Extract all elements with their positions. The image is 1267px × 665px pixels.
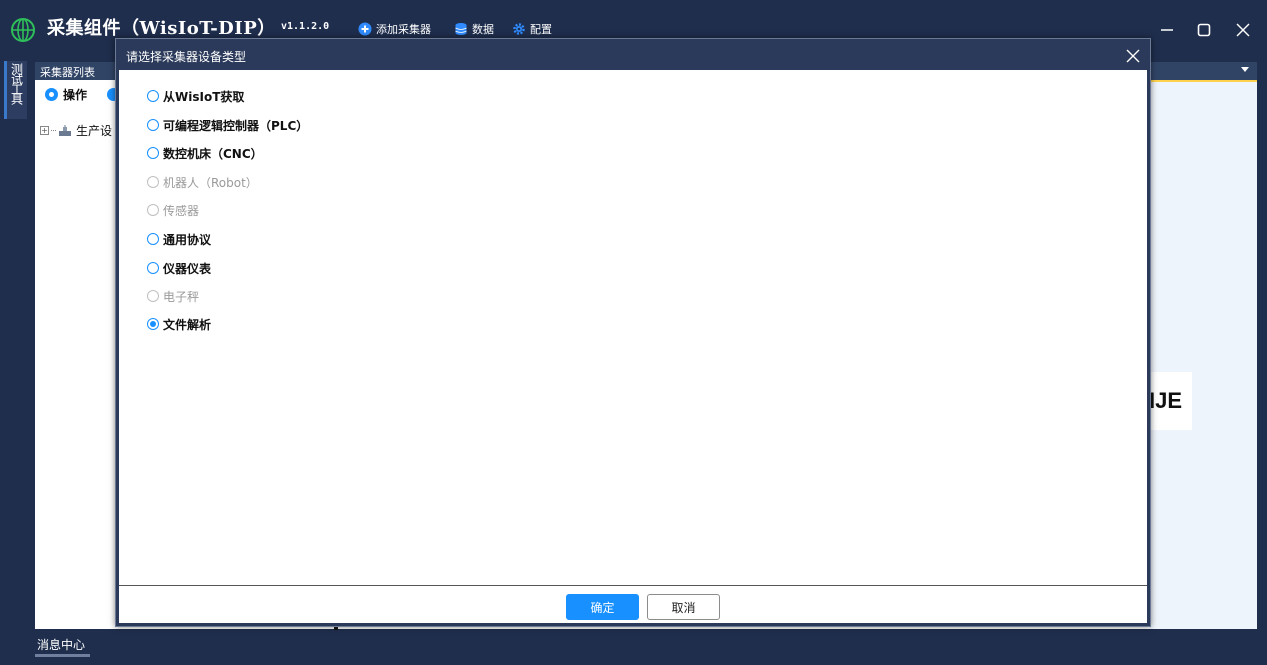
radio-button[interactable] [147, 147, 159, 159]
app-title: 采集组件（WisIoT-DIP） [47, 18, 276, 39]
minimize-button[interactable] [1152, 16, 1182, 44]
radio-button [147, 204, 159, 216]
message-center-tab[interactable]: 消息中心 [37, 636, 85, 653]
data-menu-label: 数据 [472, 23, 494, 36]
tree-connector [51, 130, 56, 131]
radio-button[interactable] [147, 90, 159, 102]
dialog-body: 从WisIoT获取 可编程逻辑控制器（PLC） 数控机床（CNC） 机器人（Ro… [119, 70, 1147, 585]
dialog-close-icon[interactable] [1122, 45, 1144, 67]
globe-logo-icon [11, 18, 35, 42]
add-collector-menu[interactable]: 添加采集器 [358, 19, 431, 39]
option-generic-protocol[interactable]: 通用协议 [147, 230, 211, 248]
option-label: 仪器仪表 [163, 261, 212, 276]
option-file-parse[interactable]: 文件解析 [147, 315, 211, 333]
panel-toolbar[interactable]: 操作 [35, 82, 87, 106]
minimize-icon [1161, 29, 1173, 31]
close-icon [1236, 23, 1250, 37]
app-version: v1.1.2.0 [281, 21, 330, 32]
dialog-footer: 确定 取消 [119, 585, 1147, 623]
expand-icon[interactable]: + [40, 126, 49, 135]
side-tab-test-tools[interactable]: 测试工具 [7, 61, 27, 119]
operate-label: 操作 [63, 87, 88, 102]
device-icon [59, 124, 71, 136]
dropdown-arrow-icon[interactable] [1241, 67, 1249, 72]
option-label: 从WisIoT获取 [163, 89, 245, 104]
operate-icon [45, 87, 58, 101]
option-plc[interactable]: 可编程逻辑控制器（PLC） [147, 116, 308, 134]
message-center-indicator [35, 654, 90, 657]
option-label: 机器人（Robot） [163, 175, 258, 190]
option-wisiot[interactable]: 从WisIoT获取 [147, 87, 244, 105]
gear-icon [513, 23, 525, 35]
option-scale: 电子秤 [147, 287, 199, 305]
plus-circle-icon [358, 22, 372, 36]
splitter-handle[interactable] [334, 627, 338, 630]
tree-node-label: 生产设 [76, 124, 113, 138]
close-button[interactable] [1228, 16, 1258, 44]
right-content-area [1149, 80, 1257, 629]
option-robot: 机器人（Robot） [147, 173, 258, 191]
radio-button [147, 176, 159, 188]
option-instrument[interactable]: 仪器仪表 [147, 259, 211, 277]
radio-button-checked[interactable] [147, 318, 159, 330]
device-type-dialog: 请选择采集器设备类型 从WisIoT获取 可编程逻辑控制器（PLC） 数控机床（… [115, 38, 1151, 627]
confirm-button[interactable]: 确定 [566, 594, 639, 620]
option-cnc[interactable]: 数控机床（CNC） [147, 144, 263, 162]
option-label: 可编程逻辑控制器（PLC） [163, 118, 309, 133]
option-label: 通用协议 [163, 232, 212, 247]
config-menu[interactable]: 配置 [512, 19, 552, 39]
panel-header-title: 采集器列表 [40, 66, 95, 79]
option-label: 电子秤 [163, 289, 200, 304]
cancel-button[interactable]: 取消 [647, 594, 720, 620]
radio-button[interactable] [147, 119, 159, 131]
database-icon [455, 23, 467, 35]
maximize-button[interactable] [1189, 16, 1219, 44]
radio-button [147, 290, 159, 302]
tree-node[interactable]: + 生产设 [40, 122, 112, 139]
maximize-icon [1197, 23, 1211, 37]
option-label: 数控机床（CNC） [163, 146, 263, 161]
option-label: 文件解析 [163, 317, 212, 332]
option-sensor: 传感器 [147, 201, 199, 219]
option-label: 传感器 [163, 203, 200, 218]
data-menu[interactable]: 数据 [454, 19, 494, 39]
radio-button[interactable] [147, 262, 159, 274]
radio-button[interactable] [147, 233, 159, 245]
add-collector-label: 添加采集器 [376, 23, 431, 36]
dialog-title: 请选择采集器设备类型 [126, 50, 247, 64]
config-menu-label: 配置 [530, 23, 552, 36]
